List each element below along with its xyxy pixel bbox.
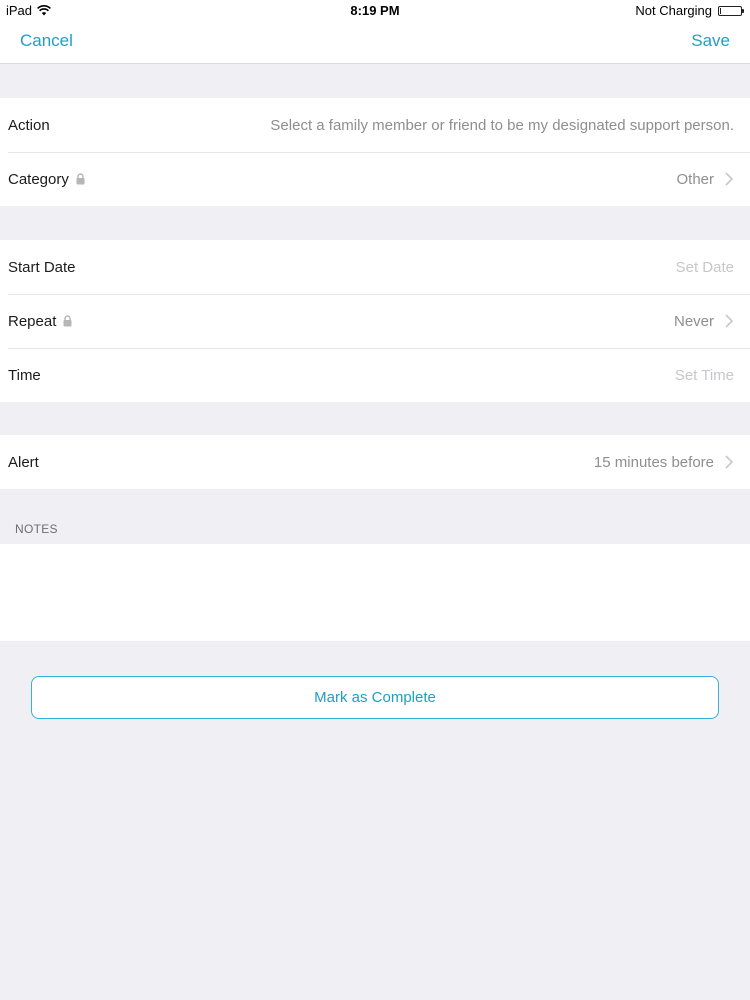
status-bar: iPad 8:19 PM Not Charging [0,0,750,20]
category-label: Category [8,170,69,188]
repeat-label-wrap: Repeat [8,313,73,330]
navigation-bar: Cancel Save [0,20,750,64]
status-bar-right: Not Charging [635,3,744,18]
repeat-value: Never [673,312,714,330]
action-value: Select a family member or friend to be m… [270,116,734,134]
category-label-wrap: Category [8,171,86,188]
alert-label: Alert [8,453,39,471]
lock-icon [63,315,72,327]
category-row[interactable]: Category Other [0,152,750,206]
mark-as-complete-button[interactable]: Mark as Complete [31,676,719,719]
alert-row[interactable]: Alert 15 minutes before [0,435,750,489]
alert-group: Alert 15 minutes before [0,435,750,489]
lock-icon [76,173,85,185]
cancel-button[interactable]: Cancel [20,31,73,51]
action-label: Action [8,116,50,134]
start-date-label: Start Date [8,258,76,276]
action-category-group: Action Select a family member or friend … [0,98,750,206]
chevron-right-icon [725,455,734,469]
repeat-row[interactable]: Repeat Never [0,294,750,348]
battery-status: Not Charging [635,3,712,18]
start-date-row[interactable]: Start Date Set Date [0,240,750,294]
action-row[interactable]: Action Select a family member or friend … [0,98,750,152]
schedule-group: Start Date Set Date Repeat Never Time Se… [0,240,750,402]
start-date-value: Set Date [675,258,734,276]
notes-header: NOTES [15,522,58,536]
chevron-right-icon [725,172,734,186]
time-value: Set Time [674,366,734,384]
notes-field[interactable] [0,544,750,641]
time-label: Time [8,366,41,384]
category-value: Other [676,170,714,188]
battery-icon [718,5,744,16]
save-button[interactable]: Save [691,31,730,51]
alert-value: 15 minutes before [593,453,714,471]
chevron-right-icon [725,314,734,328]
time-row[interactable]: Time Set Time [0,348,750,402]
repeat-label: Repeat [8,312,57,330]
